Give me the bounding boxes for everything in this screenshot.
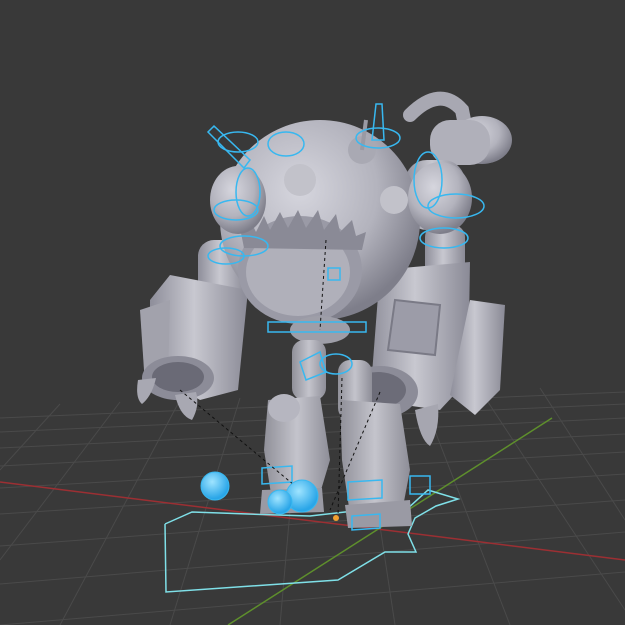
3d-viewport[interactable] <box>0 0 625 625</box>
back-tank[interactable] <box>403 91 512 165</box>
sphere-control-icon[interactable] <box>267 489 293 515</box>
sphere-control-icon[interactable] <box>200 471 230 501</box>
origin-dot-icon <box>333 515 339 521</box>
left-arm[interactable] <box>137 240 248 420</box>
viewport-canvas[interactable] <box>0 0 625 625</box>
